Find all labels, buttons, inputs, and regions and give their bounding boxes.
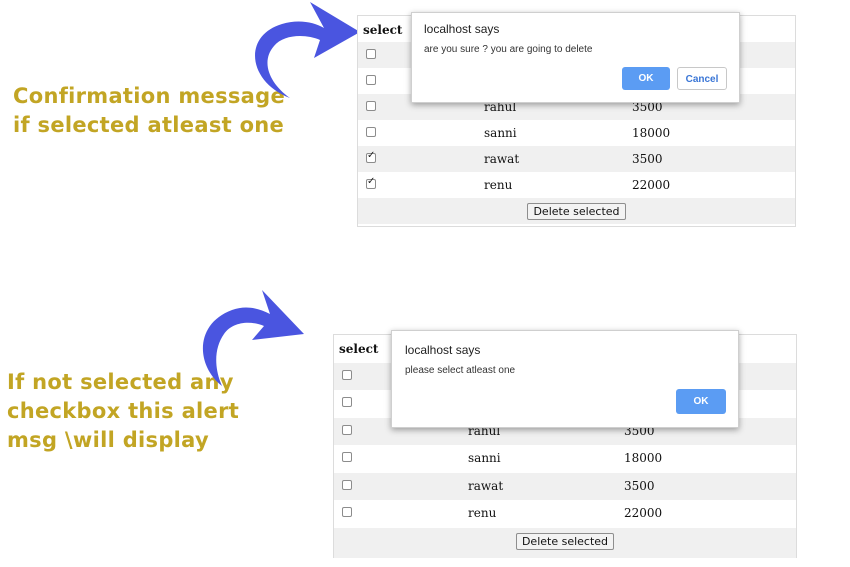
row-checkbox[interactable] [342, 369, 352, 380]
curved-arrow-icon [202, 290, 304, 386]
table-footer: Delete selected [358, 198, 795, 224]
table-row: rawat 3500 [358, 146, 795, 172]
table-row: sanni 18000 [358, 120, 795, 146]
amount-cell: 3500 [624, 478, 655, 493]
name-cell: renu [468, 506, 497, 520]
row-checkbox[interactable] [366, 75, 376, 85]
row-checkbox-checked[interactable] [366, 150, 376, 163]
alert-dialog: localhost says please select atleast one… [391, 330, 739, 428]
table-row: rawat 3500 [334, 472, 796, 500]
amount-cell: 18000 [632, 126, 671, 140]
amount-cell: 18000 [624, 451, 663, 465]
row-checkbox[interactable] [366, 49, 376, 59]
delete-selected-button[interactable]: Delete selected [515, 532, 615, 550]
curved-arrow-icon [255, 2, 360, 98]
dialog-message: are you sure ? you are going to delete [424, 44, 593, 55]
name-cell: sanni [468, 451, 501, 465]
row-checkbox[interactable] [342, 507, 352, 517]
row-checkbox[interactable] [366, 101, 376, 111]
row-checkbox[interactable] [342, 479, 352, 490]
table-row: renu 22000 [334, 500, 796, 528]
table-footer: Delete selected [334, 527, 796, 558]
row-checkbox[interactable] [342, 452, 352, 462]
dialog-title: localhost says [424, 22, 500, 36]
select-column-header: select [363, 23, 403, 37]
table-row: renu 22000 [358, 172, 795, 198]
dialog-message: please select atleast one [405, 365, 516, 376]
dialog-title: localhost says [405, 343, 481, 357]
amount-cell: 3500 [632, 152, 663, 166]
ok-button[interactable]: OK [622, 67, 670, 90]
row-checkbox-checked[interactable] [366, 176, 376, 189]
amount-cell: 22000 [624, 506, 663, 520]
name-cell: sanni [484, 126, 517, 140]
amount-cell: 22000 [632, 178, 671, 192]
delete-selected-button[interactable]: Delete selected [527, 203, 626, 220]
row-checkbox[interactable] [342, 397, 352, 407]
select-column-header: select [339, 342, 379, 356]
ok-button[interactable]: OK [676, 389, 726, 414]
name-cell: rawat [468, 478, 504, 493]
confirm-dialog: localhost says are you sure ? you are go… [411, 12, 740, 103]
name-cell: rawat [484, 152, 520, 166]
name-cell: renu [484, 178, 513, 192]
row-checkbox[interactable] [342, 424, 352, 435]
table-row: sanni 18000 [334, 445, 796, 473]
cancel-button[interactable]: Cancel [677, 67, 727, 90]
row-checkbox[interactable] [366, 127, 376, 137]
